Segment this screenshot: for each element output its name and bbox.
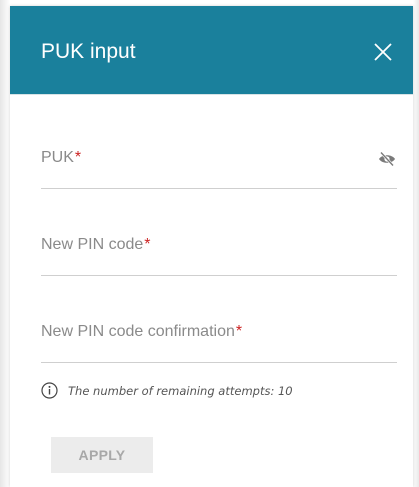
dialog-header: PUK input [10,6,413,95]
info-icon [41,382,58,399]
puk-dialog: PUK input PUK* New PIN code* New PIN cod… [10,6,413,487]
new-pin-confirm-field[interactable]: New PIN code confirmation* [41,322,397,363]
new-pin-confirm-label: New PIN code confirmation* [41,322,242,342]
puk-field[interactable]: PUK* [41,148,397,189]
eye-off-icon [379,151,395,167]
page-frame: PUK input PUK* New PIN code* New PIN cod… [0,0,419,487]
new-pin-confirm-label-text: New PIN code confirmation [41,323,235,340]
new-pin-confirm-required-mark: * [235,323,243,340]
remaining-attempts-text: The number of remaining attempts: 10 [68,384,293,398]
new-pin-label: New PIN code* [41,235,151,255]
left-shadow [0,0,10,487]
new-pin-required-mark: * [144,236,151,253]
new-pin-field[interactable]: New PIN code* [41,235,397,276]
toggle-visibility-button[interactable] [377,150,397,168]
new-pin-label-text: New PIN code [41,236,144,253]
close-icon [374,43,392,61]
right-shadow [413,0,419,487]
dialog-title: PUK input [41,40,136,63]
puk-label: PUK* [41,148,81,168]
close-button[interactable] [372,41,394,63]
puk-required-mark: * [74,149,82,166]
apply-button[interactable]: APPLY [51,437,153,473]
puk-label-text: PUK [41,149,74,166]
